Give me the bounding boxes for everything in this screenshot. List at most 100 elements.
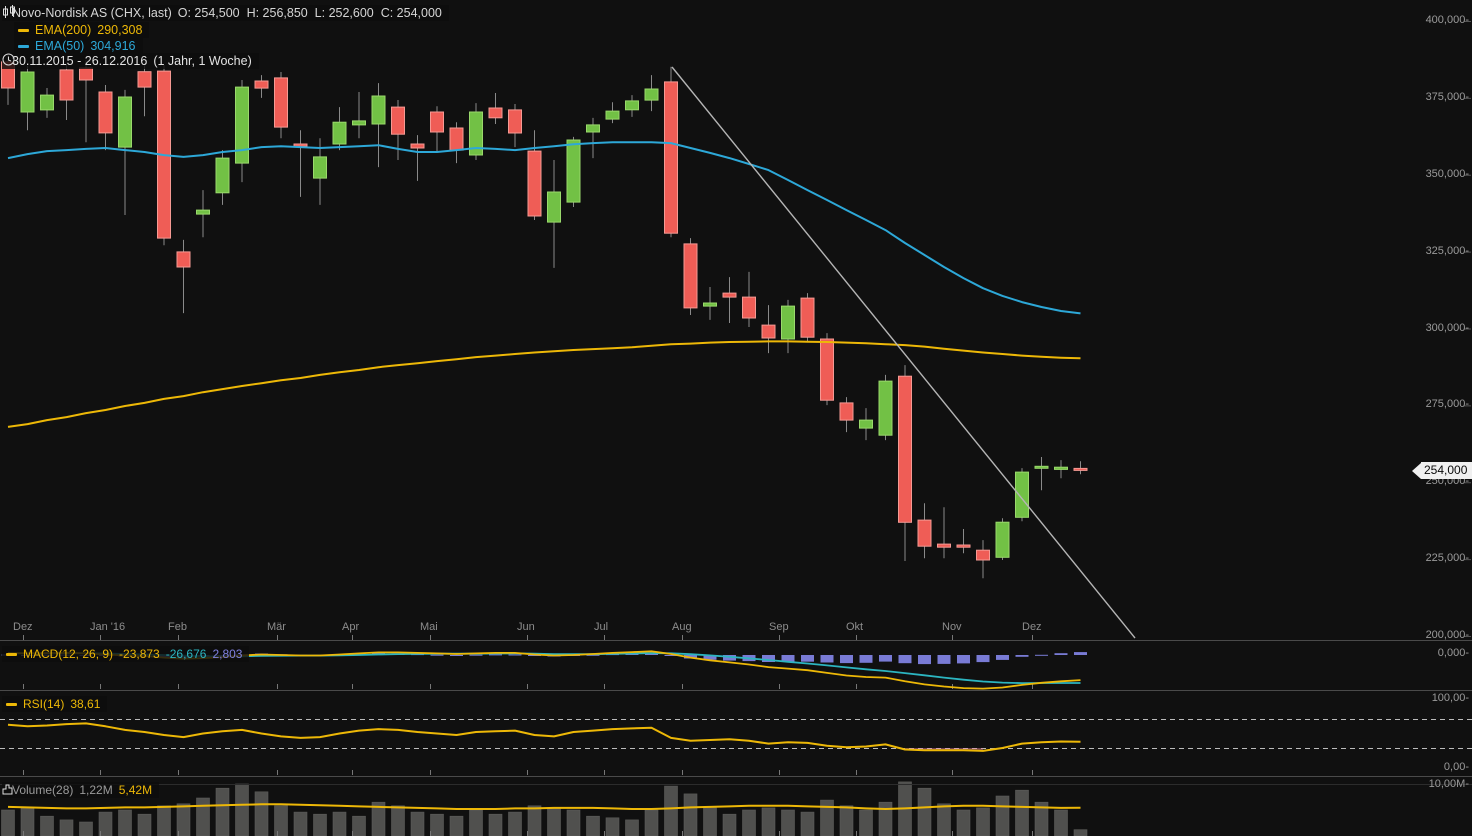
candle-up: [879, 381, 892, 435]
ema50-legend[interactable]: EMA(50) 304,916: [14, 38, 143, 54]
rsi-0-axis-label: 0,00-: [1444, 761, 1469, 773]
candle-down: [957, 545, 970, 547]
price-axis-label: 275,000-: [1426, 398, 1469, 410]
candle-down: [899, 376, 912, 522]
candle-up: [782, 306, 795, 339]
price-tag-arrow-icon: [1412, 463, 1421, 479]
candle-up: [119, 97, 132, 147]
x-axis-label: Aug: [672, 621, 692, 633]
candle-down: [450, 128, 463, 150]
x-axis-label: Mär: [267, 621, 286, 633]
date-range-row[interactable]: 30.11.2015 - 26.12.2016 (1 Jahr, 1 Woche…: [2, 53, 259, 69]
macd-legend[interactable]: MACD(12, 26, 9) -23,873 -26,676 2,803: [2, 646, 249, 662]
candle-up: [704, 303, 717, 306]
candle-up: [567, 140, 580, 202]
x-axis-label: Feb: [168, 621, 187, 633]
candle-down: [411, 144, 424, 148]
candle-up: [645, 89, 658, 100]
price-axis-label: 400,000-: [1426, 14, 1469, 26]
volume-ma-value: 5,42M: [119, 783, 152, 797]
candle-down: [684, 244, 697, 308]
candle-down: [294, 144, 307, 146]
rsi-100-axis-label: 100,00-: [1432, 692, 1469, 704]
panel-dividers: [0, 641, 1472, 785]
candle-down: [177, 252, 190, 267]
candle-up: [333, 122, 346, 144]
candle-down: [723, 293, 736, 297]
candle-up: [548, 192, 561, 222]
ema200-value: 290,308: [97, 23, 142, 37]
candle-down: [801, 298, 814, 337]
candle-up: [860, 420, 873, 428]
candle-down: [977, 550, 990, 560]
ema50-swatch-icon: [18, 45, 29, 48]
candle-up: [606, 111, 619, 119]
instrument-header[interactable]: Novo-Nordisk AS (CHX, last) O: 254,500 H…: [2, 5, 449, 21]
price-axis-label: 375,000-: [1426, 91, 1469, 103]
date-range: 30.11.2015 - 26.12.2016: [12, 54, 147, 68]
ema50-value: 304,916: [90, 39, 135, 53]
volume-legend[interactable]: Volume(28) 1,22M 5,42M: [2, 782, 159, 798]
ema200-legend[interactable]: EMA(200) 290,308: [14, 22, 149, 38]
candle-down: [255, 81, 268, 88]
candle-down: [762, 325, 775, 338]
candle-up: [197, 210, 210, 214]
ema200-line: [8, 341, 1081, 427]
ohlc-readout: O: 254,500 H: 256,850 L: 252,600 C: 254,…: [178, 6, 442, 20]
rsi-legend[interactable]: RSI(14) 38,61: [2, 696, 107, 712]
candle-down: [1074, 468, 1087, 470]
price-axis-label: 300,000-: [1426, 322, 1469, 334]
candle-up: [1055, 467, 1068, 469]
last-price-tag: 254,000: [1412, 462, 1472, 479]
candle-up: [314, 157, 327, 178]
rsi-layer: [0, 720, 1472, 751]
candle-down: [99, 92, 112, 133]
price-chart-canvas[interactable]: [0, 0, 1472, 836]
volume-10m-axis-label: 10,00M-: [1429, 778, 1469, 790]
rsi-swatch-icon: [6, 703, 17, 706]
ema200-swatch-icon: [18, 29, 29, 32]
candle-up: [996, 522, 1009, 557]
x-axis-label: Nov: [942, 621, 962, 633]
macd-zero-axis-label: 0,000-: [1438, 647, 1469, 659]
price-tag-value: 254,000: [1421, 462, 1472, 479]
macd-label: MACD(12, 26, 9): [23, 647, 113, 661]
candle-down: [275, 78, 288, 127]
candle-down: [528, 151, 541, 216]
candle-up: [21, 72, 34, 112]
candle-down: [665, 82, 678, 233]
x-axis-label: Apr: [342, 621, 359, 633]
trendline: [672, 67, 1135, 638]
volume-last-value: 1,22M: [79, 783, 112, 797]
price-axis-label: 350,000-: [1426, 168, 1469, 180]
rsi-value: 38,61: [70, 697, 100, 711]
chart-stage[interactable]: Novo-Nordisk AS (CHX, last) O: 254,500 H…: [0, 0, 1472, 836]
candle-down: [821, 339, 834, 400]
candle-up: [216, 158, 229, 193]
candle-up: [626, 101, 639, 110]
candle-down: [431, 112, 444, 132]
rsi-label: RSI(14): [23, 697, 64, 711]
x-axis-label: Mai: [420, 621, 438, 633]
candle-up: [372, 96, 385, 124]
x-axis-label: Jan '16: [90, 621, 125, 633]
x-axis-label: Jun: [517, 621, 535, 633]
candle-up: [236, 87, 249, 163]
ema200-layer: [8, 341, 1081, 427]
ema50-label: EMA(50): [35, 39, 84, 53]
candle-up: [1016, 472, 1029, 517]
candle-down: [489, 108, 502, 118]
period-label: (1 Jahr, 1 Woche): [153, 54, 251, 68]
trendline-layer: [672, 67, 1135, 638]
x-axis-label: Jul: [594, 621, 608, 633]
x-axis-label: Sep: [769, 621, 789, 633]
candle-down: [392, 107, 405, 134]
candles: [2, 55, 1088, 578]
rsi-line: [8, 723, 1081, 751]
candle-up: [587, 125, 600, 132]
candle-up: [1035, 466, 1048, 468]
x-axis-label: Okt: [846, 621, 863, 633]
candle-down: [918, 520, 931, 546]
macd-hist-value: 2,803: [212, 647, 242, 661]
x-axis-label: Dez: [13, 621, 33, 633]
